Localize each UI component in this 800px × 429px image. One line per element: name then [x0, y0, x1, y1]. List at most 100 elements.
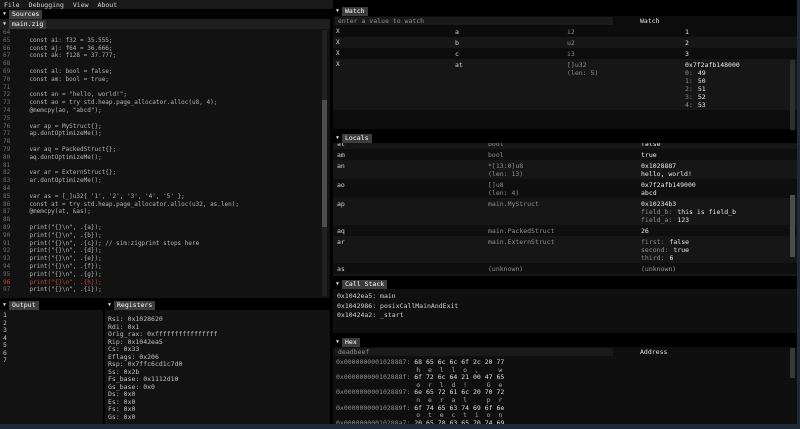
line-number: 82: [0, 169, 15, 177]
code-text: print("{}\n", .{a});: [15, 224, 102, 232]
hex-scrollbar-thumb[interactable]: [790, 348, 795, 378]
registers-panel-title[interactable]: Registers: [114, 301, 155, 310]
code-line[interactable]: 81: [0, 162, 330, 170]
locals-row-value: true: [641, 151, 797, 159]
menu-item-about[interactable]: About: [98, 1, 118, 9]
remove-watch-button[interactable]: X: [336, 28, 340, 35]
locals-row: aqmain.PackedStruct26: [333, 225, 797, 236]
locals-row-value: (unknown): [641, 265, 797, 273]
code-line[interactable]: 70 const am: bool = true;: [0, 76, 330, 84]
code-text: aq.dontOptimizeMe();: [15, 154, 102, 162]
watch-row-value: 2: [685, 39, 797, 47]
callstack-panel-header: ▼ Call Stack: [333, 279, 797, 289]
locals-row-type: *[13:0]u8(len: 13): [488, 162, 523, 178]
locals-row-value: false: [641, 143, 797, 148]
remove-watch-button[interactable]: X: [336, 39, 340, 46]
watch-row-name: c: [455, 50, 459, 58]
hex-panel-header: ▼ Hex: [333, 337, 797, 347]
code-line[interactable]: 82 var ar = ExternStruct{};: [0, 169, 330, 177]
hex-address-button[interactable]: Address: [640, 348, 667, 356]
code-line[interactable]: 80 aq.dontOptimizeMe();: [0, 154, 330, 162]
code-line[interactable]: 88: [0, 216, 330, 224]
code-line[interactable]: 71: [0, 84, 330, 92]
watch-row: Xai21: [333, 26, 797, 37]
output-line: 1: [3, 312, 103, 320]
line-number: 64: [0, 29, 15, 37]
remove-watch-button[interactable]: X: [336, 50, 340, 57]
locals-scrollbar-thumb[interactable]: [790, 195, 795, 257]
menu-item-debugging[interactable]: Debugging: [29, 1, 64, 9]
output-line: 2: [3, 320, 103, 328]
code-line[interactable]: 89 print("{}\n", .{a});: [0, 224, 330, 232]
code-line[interactable]: 68: [0, 60, 330, 68]
code-text: const ak: f128 = 37.777;: [15, 52, 116, 60]
watch-row-name: a: [455, 28, 459, 36]
watch-panel-title[interactable]: Watch: [342, 7, 368, 16]
collapse-icon: ▼: [336, 282, 339, 287]
code-line[interactable]: 93 print("{}\n", .{e});: [0, 255, 330, 263]
locals-row-name: ap: [337, 200, 345, 208]
code-line[interactable]: 67 const ak: f128 = 37.777;: [0, 52, 330, 60]
code-line[interactable]: 85 var as = [_]u32{ '1', '2', '3', '4', …: [0, 193, 330, 201]
watch-row: Xci33: [333, 48, 797, 59]
watch-scrollbar-thumb[interactable]: [790, 60, 795, 130]
locals-panel-title[interactable]: Locals: [342, 134, 371, 143]
watch-row-type: i2: [567, 28, 575, 36]
menu-item-view[interactable]: View: [73, 1, 89, 9]
line-number: 80: [0, 154, 15, 162]
code-line[interactable]: 87 @memcpy(at, &as);: [0, 208, 330, 216]
output-panel-title[interactable]: Output: [9, 301, 38, 310]
code-line[interactable]: 94 print("{}\n", .{f});: [0, 263, 330, 271]
watch-input[interactable]: [335, 17, 613, 25]
callstack-frame[interactable]: 0x1042ea5: main: [337, 292, 797, 302]
code-line[interactable]: 95 print("{}\n", .{g});: [0, 271, 330, 279]
code-line[interactable]: 65 const ai: f32 = 35.555;: [0, 37, 330, 45]
code-text: const ao = try std.heap.page_allocator.a…: [15, 99, 217, 107]
sources-panel-title[interactable]: Sources: [9, 10, 42, 19]
code-line[interactable]: 83 ar.dontOptimizeMe();: [0, 177, 330, 185]
code-line[interactable]: 86 const at = try std.heap.page_allocato…: [0, 201, 330, 209]
watch-add-button[interactable]: Watch: [640, 17, 660, 25]
remove-watch-button[interactable]: X: [336, 61, 340, 68]
registers-panel: ▼ Registers Rsi: 0x1028620Rdi: 0x1Orig_r…: [105, 300, 330, 424]
code-text: const aj: f64 = 36.666;: [15, 45, 113, 53]
locals-row: ao[]u8(len: 4)0x7f2afb149000abcd: [333, 179, 797, 198]
hex-panel-title[interactable]: Hex: [342, 338, 360, 347]
collapse-icon: ▼: [336, 9, 339, 14]
locals-row-type: main.PackedStruct: [488, 227, 555, 235]
code-line[interactable]: 79 var aq = PackedStruct{};: [0, 146, 330, 154]
code-text: var as = [_]u32{ '1', '2', '3', '4', '5'…: [15, 193, 185, 201]
line-number: 87: [0, 208, 15, 216]
line-number: 91: [0, 240, 15, 248]
code-line[interactable]: 96 print("{}\n", .{h});: [0, 279, 330, 287]
code-line[interactable]: 97 print("{}\n", .{i});: [0, 286, 330, 294]
code-line[interactable]: 74 @memcpy(ao, "abcd");: [0, 107, 330, 115]
code-line[interactable]: 90 print("{}\n", .{b});: [0, 232, 330, 240]
code-line[interactable]: 92 print("{}\n", .{d});: [0, 247, 330, 255]
callstack-frame[interactable]: 0x10424a2: _start: [337, 311, 797, 321]
code-line[interactable]: 66 const aj: f64 = 36.666;: [0, 45, 330, 53]
callstack-frame[interactable]: 0x1042986: posixCallMainAndExit: [337, 302, 797, 312]
menu-item-file[interactable]: File: [4, 1, 20, 9]
watch-row-value: 3: [685, 50, 797, 58]
code-line[interactable]: 64: [0, 29, 330, 37]
code-line[interactable]: 69 const al: bool = false;: [0, 68, 330, 76]
code-line[interactable]: 84: [0, 185, 330, 193]
callstack-panel-title[interactable]: Call Stack: [342, 280, 387, 289]
sources-scrollbar-thumb[interactable]: [322, 100, 327, 227]
collapse-icon: ▼: [108, 303, 111, 308]
hex-address-input[interactable]: [335, 348, 613, 356]
hex-row: 0x000000000102889f:6f 74 65 63 74 69 6f …: [336, 405, 797, 413]
code-line[interactable]: 75: [0, 115, 330, 123]
code-line[interactable]: 73 const ao = try std.heap.page_allocato…: [0, 99, 330, 107]
code-line[interactable]: 76 var ap = MyStruct{};: [0, 123, 330, 131]
sources-panel: ▼ Sources ▼ main.zig 6465 const ai: f32 …: [0, 9, 330, 298]
code-line[interactable]: 78: [0, 138, 330, 146]
code-line[interactable]: 77 ap.dontOptimizeMe();: [0, 130, 330, 138]
register-line: Gs: 0x0: [108, 414, 330, 422]
code-line[interactable]: 91 print("{}\n", .{c}); // sim:zigprint …: [0, 240, 330, 248]
code-editor: 6465 const ai: f32 = 35.555;66 const aj:…: [0, 29, 330, 298]
line-number: 90: [0, 232, 15, 240]
file-tab-mainzig[interactable]: main.zig: [9, 20, 46, 29]
code-line[interactable]: 72 const an = "hello, world!";: [0, 91, 330, 99]
